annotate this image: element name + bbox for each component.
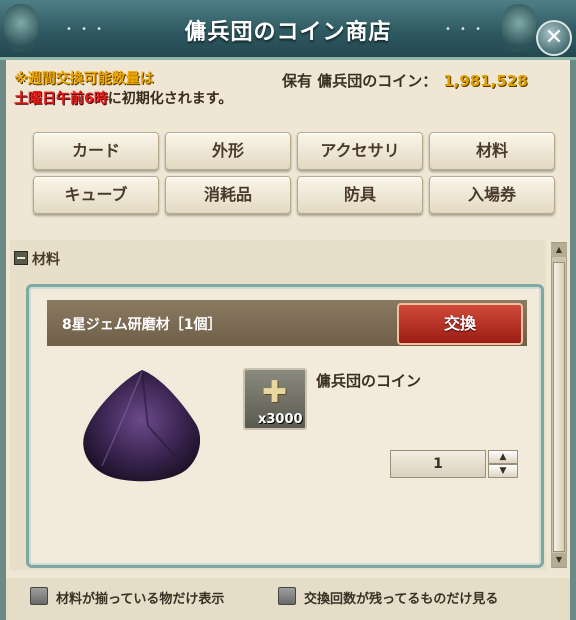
reset-notice-rest: に初期化されます。 [107, 91, 233, 107]
quantity-input[interactable]: 1 [390, 450, 486, 478]
reset-notice-line1: ※週間交換可能数量は [14, 71, 154, 87]
cost-currency-label: 傭兵団のコイン [316, 372, 422, 390]
item-name: 8星ジェム研磨材［1個］ [62, 317, 222, 333]
coin-balance-amount: 1,981,528 [443, 72, 528, 90]
reset-notice-line2: 土曜日午前6時に初期化されます。 [14, 88, 232, 108]
close-button[interactable]: ✕ [536, 20, 572, 56]
tab-materials[interactable]: 材料 [429, 132, 555, 170]
only-remaining-label: 交換回数が残ってるものだけ見る [304, 592, 499, 607]
reset-time: 土曜日午前6時 [14, 91, 108, 107]
window-title: 傭兵団のコイン商店 [184, 20, 392, 45]
only-materials-checkbox[interactable] [30, 587, 48, 605]
tab-cube[interactable]: キューブ [33, 176, 159, 214]
tab-consumables[interactable]: 消耗品 [165, 176, 291, 214]
quantity-increase-icon[interactable]: ▲ [488, 450, 518, 464]
exchange-button[interactable]: 交換 [397, 303, 523, 345]
coin-balance-label: 保有 傭兵団のコイン： [282, 72, 438, 90]
coin-cross-icon: ✚ [262, 375, 288, 410]
ornament-dots: • • • [444, 24, 484, 35]
only-remaining-checkbox[interactable] [278, 587, 296, 605]
title-bar: • • • 傭兵団のコイン商店 • • • ✕ [0, 0, 576, 60]
quantity-decrease-icon[interactable]: ▼ [488, 464, 518, 478]
coin-balance: 保有 傭兵団のコイン： 1,981,528 [282, 70, 528, 91]
gem-polishing-material-icon [83, 370, 201, 482]
tab-ticket[interactable]: 入場券 [429, 176, 555, 214]
section-title: 材料 [32, 252, 60, 268]
scroll-up-icon[interactable]: ▲ [551, 243, 567, 257]
scroll-thumb[interactable] [553, 262, 565, 552]
tab-armor[interactable]: 防具 [297, 176, 423, 214]
cost-quantity: x3000 [258, 412, 303, 427]
tab-card[interactable]: カード [33, 132, 159, 170]
scroll-down-icon[interactable]: ▼ [551, 553, 567, 567]
scroll-ornament-right-icon [502, 4, 536, 52]
tab-accessory[interactable]: アクセサリ [297, 132, 423, 170]
section-header[interactable]: 材料 [14, 249, 60, 269]
tab-appearance[interactable]: 外形 [165, 132, 291, 170]
collapse-icon[interactable] [14, 251, 28, 265]
only-materials-label: 材料が揃っている物だけ表示 [56, 592, 225, 607]
